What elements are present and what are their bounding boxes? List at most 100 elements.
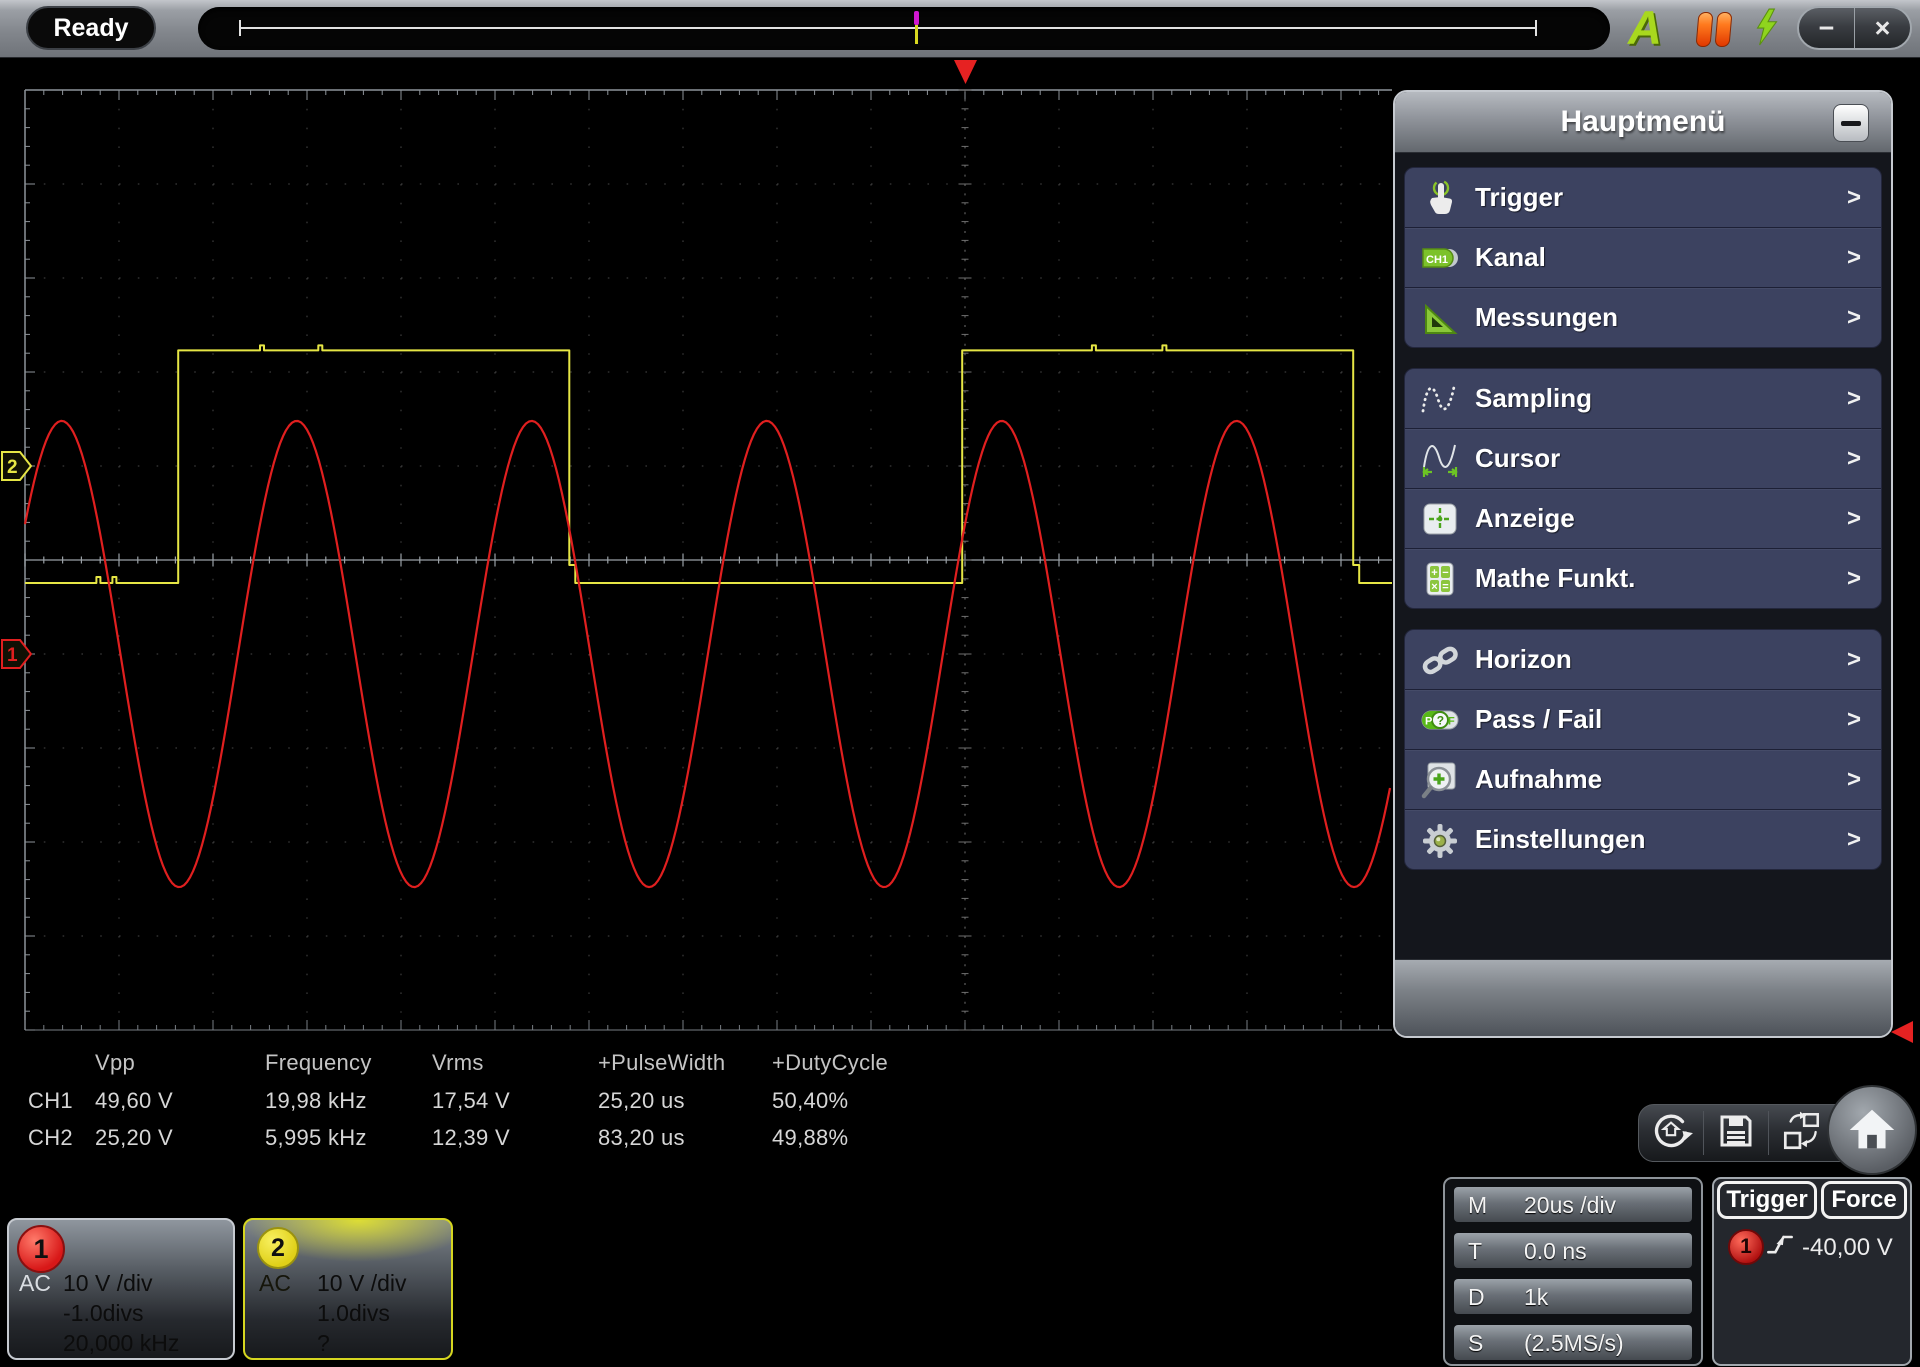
trigger-position-marker-stem [915,25,918,44]
measure-value: 17,54 V [432,1088,510,1113]
slider-right-tick [1535,20,1537,36]
measure-value: 25,20 us [598,1088,685,1113]
menu-item-sampling[interactable]: Sampling > [1405,369,1881,428]
trigger-time-arrow[interactable] [954,60,977,84]
chevron-right-icon: > [1846,765,1861,793]
home-icon [1849,1109,1895,1149]
menu-item-label: Cursor [1475,443,1561,473]
menu-item-einstellungen[interactable]: Einstellungen > [1405,809,1881,869]
menu-item-mathe-funkt[interactable]: + − × = Mathe Funkt. > [1405,548,1881,608]
menu-item-messungen[interactable]: Messungen > [1405,287,1881,347]
measure-value: 19,98 kHz [265,1088,367,1113]
chevron-right-icon: > [1846,243,1861,271]
display-crosshair-icon [1417,499,1463,539]
measure-row-channel: CH2 [28,1125,73,1150]
menu-item-label: Anzeige [1475,503,1575,533]
svg-text:−: − [1442,567,1448,579]
horizontal-row-s[interactable]: S (2.5MS/s) [1454,1325,1692,1360]
trigger-level-arrow[interactable] [1891,1021,1913,1043]
channel1-position: -1.0divs [63,1300,144,1326]
trigger-level-value: -40,00 V [1802,1234,1893,1261]
save-button[interactable] [1704,1109,1768,1158]
reset-default-button[interactable] [1639,1108,1703,1159]
chevron-right-icon: > [1846,384,1861,412]
svg-text:×: × [1431,581,1437,593]
svg-text:1: 1 [7,645,18,666]
measure-value: 12,39 V [432,1125,510,1150]
chevron-right-icon: > [1846,303,1861,331]
flash-trigger-icon[interactable] [1752,8,1782,46]
minimize-button[interactable]: − [1799,8,1854,48]
horizontal-row-label: S [1468,1330,1484,1356]
measure-triangle-icon [1417,298,1463,338]
menu-group-1: Trigger > CH1 Kanal > Messungen > [1404,167,1882,348]
channel1-info-box[interactable]: 1 AC 10 V /div -1.0divs 20,000 kHz [7,1218,235,1360]
chevron-right-icon: > [1846,705,1861,733]
record-magnifier-icon [1417,760,1463,800]
menu-item-label: Messungen [1475,302,1619,332]
swap-window-button[interactable] [1769,1108,1833,1159]
trigger-position-marker[interactable] [914,11,919,25]
pause-icon[interactable] [1695,12,1714,47]
trigger-button[interactable]: Trigger [1717,1181,1817,1219]
force-button[interactable]: Force [1821,1181,1907,1219]
measure-value: 5,995 kHz [265,1125,367,1150]
slider-track [240,27,1536,29]
window-controls: − × [1797,6,1912,50]
slider-left-tick [239,20,241,36]
horizontal-settings-panel: M 20us /div T 0.0 ns D 1k S (2.5MS/s) [1443,1177,1703,1366]
svg-text:F: F [1448,715,1455,727]
horizontal-row-value: 1k [1524,1284,1549,1310]
chevron-right-icon: > [1846,504,1861,532]
horizontal-row-value: 20us /div [1524,1192,1617,1218]
menu-item-horizon[interactable]: Horizon > [1405,630,1881,689]
horizontal-row-d[interactable]: D 1k [1454,1279,1692,1314]
menu-item-anzeige[interactable]: Anzeige > [1405,488,1881,548]
menu-item-label: Trigger [1475,182,1564,212]
menu-group-2: Sampling > Cursor > Anzeige > + − × = Mathe Fun… [1404,368,1882,609]
main-menu-header: Hauptmenü [1395,92,1891,153]
math-calculator-icon: + − × = [1417,559,1463,599]
chevron-right-icon: > [1846,564,1861,592]
channel1-coupling: AC [19,1270,51,1296]
menu-item-aufnahme[interactable]: Aufnahme > [1405,749,1881,809]
menu-item-pass-fail[interactable]: P ? F Pass / Fail > [1405,689,1881,749]
channel2-position: 1.0divs [317,1300,390,1326]
menu-item-trigger[interactable]: Trigger > [1405,168,1881,227]
sampling-sine-icon [1417,379,1463,419]
horizontal-row-t[interactable]: T 0.0 ns [1454,1233,1692,1268]
measure-value: 49,88% [772,1125,849,1150]
chevron-right-icon: > [1846,825,1861,853]
pause-icon-bar2[interactable] [1714,12,1733,47]
reset-default-icon [1648,1108,1694,1159]
home-button[interactable] [1827,1085,1917,1175]
chevron-right-icon: > [1846,645,1861,673]
trigger-panel: Trigger Force 1 -40,00 V [1712,1177,1912,1366]
channel1-position-marker[interactable]: 1 [1,639,33,669]
horizontal-row-m[interactable]: M 20us /div [1454,1187,1692,1222]
close-button[interactable]: × [1855,8,1910,48]
horizontal-row-label: D [1468,1284,1485,1310]
menu-item-label: Einstellungen [1475,824,1646,854]
menu-item-label: Kanal [1475,242,1546,272]
menu-item-label: Sampling [1475,383,1593,413]
channel1-badge: 1 [17,1225,65,1273]
rising-edge-icon [1767,1235,1793,1254]
svg-text:2: 2 [7,457,18,478]
auto-set-button[interactable]: A [1628,0,1662,55]
chevron-right-icon: > [1846,444,1861,472]
svg-text:=: = [1442,581,1448,593]
menu-minimize-button[interactable] [1833,104,1869,142]
menu-item-cursor[interactable]: Cursor > [1405,428,1881,488]
menu-item-label: Aufnahme [1475,764,1603,794]
channel2-position-marker[interactable]: 2 [1,451,33,481]
save-icon [1714,1109,1758,1158]
measure-row-channel: CH1 [28,1088,73,1113]
channel2-info-box[interactable]: 2 AC 10 V /div 1.0divs ? [243,1218,453,1360]
menu-item-kanal[interactable]: CH1 Kanal > [1405,227,1881,287]
channel2-badge: 2 [257,1227,299,1269]
menu-title: Hauptmenü [1560,105,1726,138]
measure-value: 83,20 us [598,1125,685,1150]
pass-fail-icon: P ? F [1417,700,1463,740]
record-position-slider[interactable] [198,7,1610,50]
